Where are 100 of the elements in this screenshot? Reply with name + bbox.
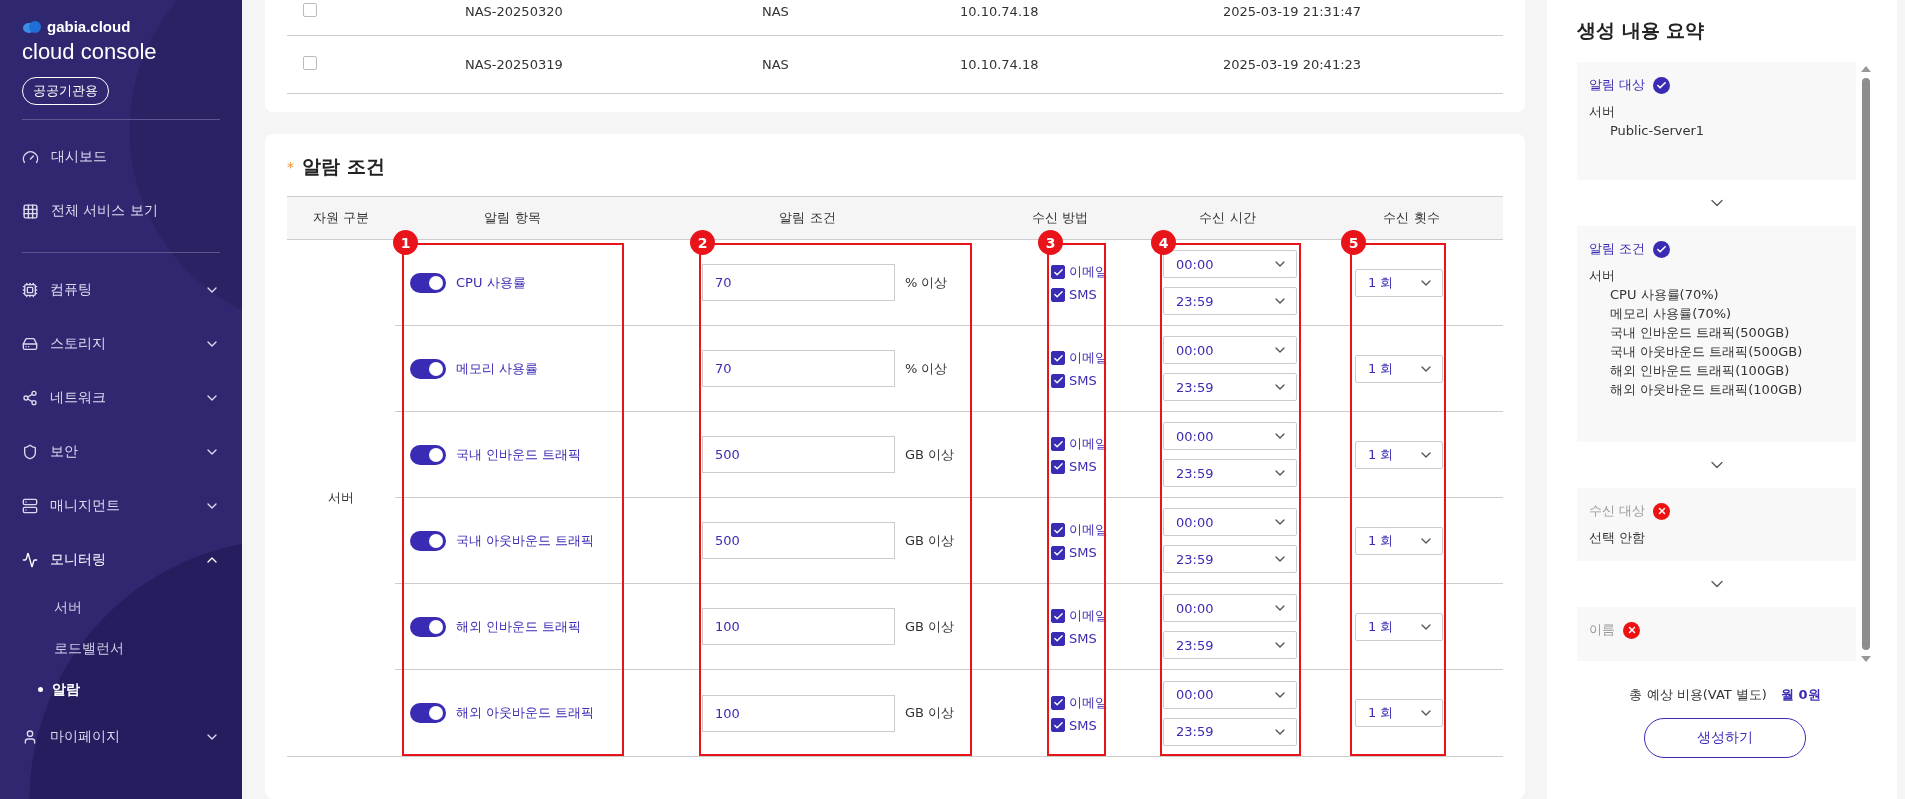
shield-icon bbox=[22, 444, 38, 460]
column-header: 자원 구분 bbox=[287, 197, 395, 240]
threshold-input[interactable]: 500 bbox=[702, 522, 895, 559]
method-label: SMS bbox=[1069, 459, 1097, 474]
user-icon bbox=[22, 729, 38, 745]
end-time-select[interactable]: 23:59 bbox=[1163, 287, 1297, 315]
drive-icon bbox=[22, 336, 38, 352]
threshold-input[interactable]: 500 bbox=[702, 436, 895, 473]
nav-item[interactable]: 보안 bbox=[50, 443, 192, 461]
method-checkbox[interactable] bbox=[1051, 695, 1065, 710]
table-cell-text: 2025-03-19 20:41:23 bbox=[1223, 57, 1363, 72]
end-time-select[interactable]: 23:59 bbox=[1163, 373, 1297, 401]
alarm-item-label: CPU 사용률 bbox=[456, 273, 526, 292]
table-cell-text: NAS-20250320 bbox=[465, 4, 564, 19]
summary-section-title: 알림 대상 bbox=[1589, 76, 1646, 94]
table-cell-text: NAS-20250319 bbox=[465, 57, 564, 72]
count-select[interactable]: 1 회 bbox=[1355, 440, 1443, 469]
table-cell-text: NAS bbox=[762, 57, 790, 72]
product-name: cloud console bbox=[22, 39, 158, 65]
nav-item[interactable]: 대시보드 bbox=[51, 148, 220, 166]
nav-item[interactable]: 모니터링 bbox=[50, 551, 192, 569]
resource-type-cell-text: 서버 bbox=[327, 489, 355, 507]
toggle-switch[interactable] bbox=[410, 358, 446, 379]
nav-item[interactable]: 컴퓨팅 bbox=[50, 281, 192, 299]
nav-subitem[interactable]: 로드밸런서 bbox=[22, 628, 220, 669]
threshold-input[interactable]: 70 bbox=[702, 350, 895, 387]
method-checkbox[interactable] bbox=[1051, 373, 1065, 388]
start-time-select[interactable]: 00:00 bbox=[1163, 680, 1297, 709]
summary-section-title: 수신 대상 bbox=[1589, 502, 1646, 520]
start-time-select[interactable]: 00:00 bbox=[1163, 508, 1297, 536]
count-select[interactable]: 1 회 bbox=[1355, 699, 1443, 727]
row-checkbox[interactable] bbox=[303, 3, 317, 17]
method-checkbox[interactable] bbox=[1051, 287, 1065, 302]
method-checkbox[interactable] bbox=[1051, 523, 1065, 537]
alarm-item-label: 국내 아웃바운드 트래픽 bbox=[456, 531, 595, 550]
method-label: SMS bbox=[1069, 631, 1097, 646]
method-checkbox[interactable] bbox=[1051, 609, 1065, 623]
nav-item[interactable]: 네트워크 bbox=[50, 389, 192, 407]
row-checkbox[interactable] bbox=[303, 56, 317, 70]
method-checkbox[interactable] bbox=[1051, 437, 1065, 451]
summary-item: Public-Server1 bbox=[1609, 122, 1706, 140]
alarm-item-label: 해외 인바운드 트래픽 bbox=[456, 617, 582, 636]
unit-label: % 이상 bbox=[905, 359, 948, 378]
end-time-select[interactable]: 23:59 bbox=[1163, 717, 1297, 746]
method-label: SMS bbox=[1069, 717, 1097, 733]
start-time-select[interactable]: 00:00 bbox=[1163, 594, 1297, 622]
toggle-switch[interactable] bbox=[410, 444, 446, 465]
summary-group: 서버 bbox=[1589, 102, 1844, 121]
table-cell-text: 10.10.74.18 bbox=[960, 4, 1040, 19]
table-cell-text: 10.10.74.18 bbox=[960, 57, 1040, 72]
method-checkbox[interactable] bbox=[1051, 718, 1065, 732]
unit-label: GB 이상 bbox=[905, 445, 955, 464]
nav-item[interactable]: 전체 서비스 보기 bbox=[51, 202, 220, 220]
server-icon bbox=[22, 498, 38, 514]
method-label: SMS bbox=[1069, 545, 1097, 560]
unit-label: GB 이상 bbox=[905, 704, 955, 722]
end-time-select[interactable]: 23:59 bbox=[1163, 545, 1297, 573]
toggle-switch[interactable] bbox=[410, 703, 446, 723]
count-select[interactable]: 1 회 bbox=[1355, 354, 1443, 383]
method-checkbox[interactable] bbox=[1051, 545, 1065, 560]
count-select[interactable]: 1 회 bbox=[1355, 612, 1443, 641]
method-checkbox[interactable] bbox=[1051, 351, 1065, 365]
summary-note: 선택 안함 bbox=[1589, 529, 1647, 547]
step-number: 2 bbox=[690, 230, 715, 255]
start-time-select[interactable]: 00:00 bbox=[1163, 336, 1297, 364]
threshold-input[interactable]: 70 bbox=[702, 264, 895, 301]
nav-subitem[interactable]: 서버 bbox=[22, 587, 220, 628]
end-time-select[interactable]: 23:59 bbox=[1163, 631, 1297, 659]
summary-item: 국내 아웃바운드 트래픽(500GB) bbox=[1609, 343, 1804, 361]
count-select[interactable]: 1 회 bbox=[1355, 268, 1443, 297]
method-checkbox[interactable] bbox=[1051, 265, 1065, 279]
start-time-select[interactable]: 00:00 bbox=[1163, 422, 1297, 450]
summary-section-title: 이름 bbox=[1589, 621, 1615, 639]
table-cell-text: 2025-03-19 21:31:47 bbox=[1223, 4, 1363, 19]
threshold-input[interactable]: 100 bbox=[702, 694, 895, 732]
toggle-switch[interactable] bbox=[410, 530, 446, 551]
summary-item: 해외 인바운드 트래픽(100GB) bbox=[1609, 362, 1791, 380]
toggle-switch[interactable] bbox=[410, 616, 446, 637]
threshold-input[interactable]: 100 bbox=[702, 608, 895, 645]
count-select[interactable]: 1 회 bbox=[1355, 526, 1443, 555]
required-mark: * bbox=[287, 159, 294, 175]
nav-item[interactable]: 스토리지 bbox=[50, 335, 192, 353]
grid-icon bbox=[22, 202, 39, 220]
summary-item: 국내 인바운드 트래픽(500GB) bbox=[1609, 324, 1791, 342]
method-checkbox[interactable] bbox=[1051, 459, 1065, 474]
create-button[interactable]: 생성하기 bbox=[1644, 718, 1806, 758]
toggle-switch[interactable] bbox=[410, 272, 446, 293]
end-time-select[interactable]: 23:59 bbox=[1163, 459, 1297, 487]
summary-item: 해외 아웃바운드 트래픽(100GB) bbox=[1609, 381, 1804, 399]
summary-item: CPU 사용률(70%) bbox=[1609, 286, 1720, 304]
start-time-select[interactable]: 00:00 bbox=[1163, 250, 1297, 278]
summary-section-title: 알림 조건 bbox=[1589, 240, 1646, 258]
table-cell-text: NAS bbox=[762, 4, 790, 19]
method-checkbox[interactable] bbox=[1051, 631, 1065, 646]
nav-item[interactable]: 매니지먼트 bbox=[50, 497, 192, 515]
method-label: SMS bbox=[1069, 373, 1097, 388]
nav-item[interactable]: 마이페이지 bbox=[50, 728, 192, 746]
nav-subitem[interactable]: 알람 bbox=[22, 669, 220, 710]
brand-name: gabia.cloud bbox=[47, 18, 131, 35]
alarm-item-label: 메모리 사용률 bbox=[456, 359, 539, 378]
